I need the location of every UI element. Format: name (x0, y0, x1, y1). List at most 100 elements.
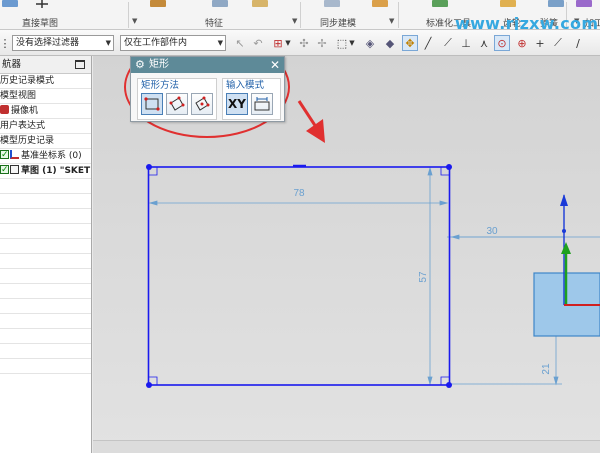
tangent-snap-icon[interactable]: ⟋ (440, 35, 456, 51)
coordinate-mode-button[interactable]: XY (226, 93, 248, 115)
dim-arrow (439, 200, 449, 206)
datum-csys-icon (10, 150, 19, 159)
ribbon-icon-machining[interactable] (576, 0, 592, 7)
chevron-down-icon[interactable]: ▼ (292, 17, 297, 25)
ribbon-icon-standard[interactable] (432, 0, 448, 7)
visibility-checkbox[interactable] (0, 149, 9, 163)
parameter-mode-icon (254, 97, 270, 111)
selection-scope-value: 仅在工作部件内 (124, 38, 188, 48)
perpendicular-snap-icon[interactable]: ⊥ (458, 35, 474, 51)
chevron-down-icon[interactable]: ▼ (132, 17, 137, 25)
input-mode-label: 输入模式 (226, 80, 265, 91)
nav-empty-row (0, 359, 91, 374)
snap-endpoint-icon[interactable]: ✥ (402, 35, 418, 51)
nav-empty-row (0, 269, 91, 284)
nav-empty-row (0, 299, 91, 314)
two-point-rectangle-icon (144, 97, 160, 111)
ribbon-icon-feature[interactable] (212, 0, 228, 7)
chevron-down-icon[interactable]: ▼ (348, 35, 356, 51)
intersection-snap-icon[interactable]: ⋏ (476, 35, 492, 51)
dim-arrow (427, 376, 433, 386)
csys-y-arrow (561, 242, 571, 254)
ribbon-group-feature: 特征 (205, 19, 224, 29)
parameter-mode-button[interactable] (251, 93, 273, 115)
ribbon-icon-extrude[interactable] (150, 0, 166, 7)
selection-scope-combo[interactable]: 仅在工作部件内 ▼ (120, 35, 226, 51)
nav-item-label: 摄像机 (11, 106, 39, 116)
dim-offset-y-label[interactable]: 21 (541, 363, 552, 375)
nav-empty-row (0, 284, 91, 299)
chevron-down-icon[interactable]: ▼ (284, 35, 292, 51)
rectangle-vertex[interactable] (446, 382, 452, 388)
maximize-icon[interactable] (75, 60, 85, 69)
ribbon-icon-plus[interactable] (34, 0, 50, 8)
edge-snap-icon[interactable]: ⟋ (550, 35, 566, 51)
rectangle-dialog: ⚙ 矩形 ✕ 矩形方法 输入模式 XY (130, 56, 285, 122)
dim-arrow (450, 234, 460, 240)
ribbon-group-direct-sketch: 直接草图 (22, 19, 59, 29)
center-snap-icon[interactable]: ⊙ (494, 35, 510, 51)
ribbon-icon-feature-2[interactable] (252, 0, 268, 7)
nav-item-model-views[interactable]: 模型视图 (0, 89, 91, 104)
input-mode-group: 输入模式 XY (222, 78, 281, 120)
nav-item-history-mode[interactable]: 历史记录模式 (0, 74, 91, 89)
rectangle-method-label: 矩形方法 (141, 80, 180, 91)
camera-icon (0, 105, 9, 114)
menu-icon[interactable]: ⋮ (0, 35, 11, 51)
nav-item-user-expressions[interactable]: 用户表达式 (0, 119, 91, 134)
nav-empty-row (0, 314, 91, 329)
chevron-down-icon: ▼ (217, 39, 223, 47)
two-point-rectangle-button[interactable] (141, 93, 163, 115)
nav-empty-row (0, 254, 91, 269)
point-snap-icon[interactable]: + (532, 35, 548, 51)
ribbon-icon-spring[interactable] (548, 0, 564, 7)
ribbon-icon-sync-2[interactable] (372, 0, 388, 7)
sketch-icon (10, 165, 19, 174)
cube-icon[interactable]: ◈ (362, 35, 378, 51)
nav-item-cameras[interactable]: 摄像机 (0, 104, 91, 119)
rectangle-vertex[interactable] (446, 164, 452, 170)
dim-arrow (553, 376, 559, 386)
nav-item-label: 基准坐标系 (0) (21, 151, 82, 161)
ribbon-icon-sketch[interactable] (2, 0, 18, 7)
ribbon-icon-gear[interactable] (500, 0, 516, 7)
dim-height-label[interactable]: 57 (418, 271, 429, 283)
snap-2-icon[interactable]: ✢ (314, 35, 330, 51)
line-snap-icon[interactable]: ╱ (420, 35, 436, 51)
dim-offset-x-label[interactable]: 30 (486, 226, 498, 237)
rectangle-vertex[interactable] (146, 382, 152, 388)
three-point-rectangle-button[interactable] (166, 93, 188, 115)
nav-item-model-history[interactable]: 模型历史记录 (0, 134, 91, 149)
coordinate-mode-label: XY (228, 97, 246, 111)
nav-empty-row (0, 344, 91, 359)
nav-item-datum-csys[interactable]: 基准坐标系 (0) (0, 149, 91, 164)
sketch-rectangle[interactable] (147, 166, 451, 386)
curve-snap-icon[interactable]: ∕ (570, 35, 586, 51)
dim-width-label[interactable]: 78 (293, 188, 305, 199)
ribbon-separator (128, 2, 129, 28)
center-rectangle-icon (195, 96, 210, 111)
chevron-down-icon: ▼ (105, 39, 111, 47)
rectangle-method-group: 矩形方法 (137, 78, 217, 120)
undo-select-icon[interactable]: ↶ (250, 35, 266, 51)
center-rectangle-button[interactable] (191, 93, 213, 115)
nav-item-label: 模型历史记录 (0, 136, 55, 146)
dialog-title-bar[interactable]: ⚙ 矩形 ✕ (131, 57, 284, 73)
nav-empty-row (0, 194, 91, 209)
ribbon-group-sync-modeling: 同步建模 (320, 19, 357, 29)
nav-item-sketch[interactable]: 草图 (1) "SKET (0, 164, 91, 179)
nav-empty-row (0, 224, 91, 239)
select-tool-icon[interactable]: ↖ (232, 35, 248, 51)
close-icon[interactable]: ✕ (270, 57, 280, 73)
rectangle-vertex[interactable] (146, 164, 152, 170)
ribbon-icon-sync[interactable] (324, 0, 340, 7)
csys-z-arrow (560, 194, 568, 206)
snap-icon[interactable]: ✣ (296, 35, 312, 51)
face-icon[interactable]: ◆ (382, 35, 398, 51)
gear-icon[interactable]: ⚙ (135, 57, 145, 73)
type-filter-combo[interactable]: 没有选择过滤器 ▼ (12, 35, 114, 51)
chevron-down-icon[interactable]: ▼ (389, 17, 394, 25)
quadrant-snap-icon[interactable]: ⊕ (514, 35, 530, 51)
visibility-checkbox[interactable] (0, 164, 9, 178)
annotation-arrow-head (306, 119, 325, 143)
